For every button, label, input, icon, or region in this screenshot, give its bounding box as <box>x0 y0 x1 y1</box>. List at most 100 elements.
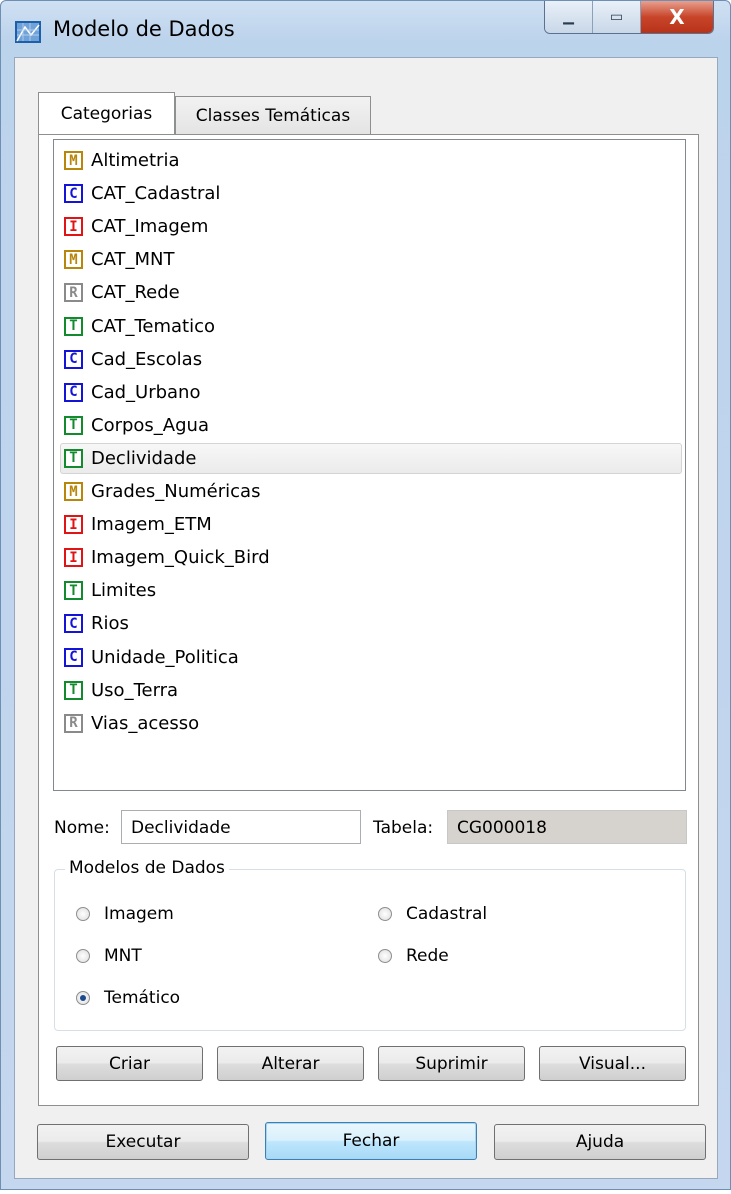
category-type-c-icon: C <box>64 349 83 369</box>
tab-classes-tematicas-label: Classes Temáticas <box>195 105 351 126</box>
category-name: Cad_Urbano <box>91 381 201 403</box>
radio-tematico[interactable]: Temático <box>76 988 180 1008</box>
fechar-button[interactable]: Fechar <box>265 1122 477 1160</box>
radio-imagem[interactable]: Imagem <box>76 904 174 924</box>
category-type-i-icon: I <box>64 515 83 535</box>
close-button[interactable]: X <box>641 1 713 33</box>
nome-label: Nome: <box>54 818 110 838</box>
tabela-label: Tabela: <box>373 818 434 838</box>
ajuda-button[interactable]: Ajuda <box>494 1124 706 1160</box>
category-name: CAT_Cadastral <box>91 183 221 205</box>
fechar-button-label: Fechar <box>342 1131 400 1151</box>
category-type-c-icon: C <box>64 184 83 204</box>
list-item[interactable]: M Grades_Numéricas <box>64 476 682 507</box>
minimize-icon: ▁ <box>563 9 574 25</box>
dialog-window: Modelo de Dados ▁ ▭ X Categorias Classes… <box>0 0 731 1190</box>
category-type-m-icon: M <box>64 482 83 501</box>
alterar-button-label: Alterar <box>261 1053 320 1074</box>
category-name: Altimetria <box>91 150 180 171</box>
list-item[interactable]: C Rios <box>64 608 682 639</box>
suprimir-button[interactable]: Suprimir <box>378 1046 525 1081</box>
list-item[interactable]: M Altimetria <box>64 145 682 176</box>
category-name: CAT_Rede <box>91 282 180 304</box>
maximize-button[interactable]: ▭ <box>593 1 641 33</box>
list-item[interactable]: T Corpos_Agua <box>64 410 682 441</box>
list-item[interactable]: T Uso_Terra <box>64 675 682 706</box>
category-type-r-icon: R <box>64 283 83 303</box>
category-name: Corpos_Agua <box>91 414 209 436</box>
modelos-de-dados-title: Modelos de Dados <box>65 858 229 878</box>
category-name: Imagem_ETM <box>91 514 212 536</box>
list-item[interactable]: C Cad_Escolas <box>64 344 682 375</box>
tab-categorias-label: Categorias <box>60 103 153 124</box>
window-controls: ▁ ▭ X <box>544 1 714 34</box>
category-type-t-icon: T <box>64 415 83 435</box>
category-name: Uso_Terra <box>91 679 179 701</box>
radio-imagem-indicator <box>76 907 90 921</box>
visual-button-label: Visual... <box>579 1053 646 1074</box>
radio-rede-label: Rede <box>406 946 449 966</box>
category-type-t-icon: T <box>64 680 83 700</box>
category-name: Unidade_Politica <box>91 646 239 668</box>
title-bar[interactable]: Modelo de Dados ▁ ▭ X <box>1 1 730 57</box>
category-name: Cad_Escolas <box>91 348 203 370</box>
list-item[interactable]: C CAT_Cadastral <box>64 178 682 209</box>
category-type-i-icon: I <box>64 548 83 568</box>
category-type-c-icon: C <box>64 647 83 667</box>
list-item[interactable]: I Imagem_Quick_Bird <box>64 542 682 573</box>
category-list[interactable]: M Altimetria C CAT_Cadastral I CAT_Imagem M CAT… <box>53 139 686 791</box>
list-item[interactable]: R CAT_Rede <box>64 277 682 308</box>
category-name: CAT_MNT <box>91 249 175 271</box>
maximize-icon: ▭ <box>609 9 624 25</box>
tab-categorias[interactable]: Categorias <box>38 92 175 134</box>
category-name: Declividade <box>91 447 197 469</box>
alterar-button[interactable]: Alterar <box>217 1046 364 1081</box>
category-name: Vias_acesso <box>91 712 200 734</box>
category-name: Rios <box>91 613 129 635</box>
radio-mnt[interactable]: MNT <box>76 946 142 966</box>
list-item[interactable]: M CAT_MNT <box>64 244 682 275</box>
app-icon <box>15 21 41 43</box>
close-icon: X <box>669 5 685 29</box>
radio-rede[interactable]: Rede <box>378 946 449 966</box>
criar-button-label: Criar <box>109 1053 150 1074</box>
window-title: Modelo de Dados <box>53 17 235 41</box>
list-item[interactable]: I CAT_Imagem <box>64 211 682 242</box>
category-type-m-icon: M <box>64 151 83 170</box>
nome-input-value: Declividade <box>131 818 231 838</box>
executar-button-label: Executar <box>105 1132 181 1152</box>
radio-tematico-indicator <box>76 991 90 1005</box>
category-type-t-icon: T <box>64 316 83 336</box>
category-type-t-icon: T <box>64 581 83 601</box>
category-type-r-icon: R <box>64 713 83 733</box>
radio-cadastral-indicator <box>378 907 392 921</box>
list-item[interactable]: T Limites <box>64 575 682 606</box>
suprimir-button-label: Suprimir <box>415 1053 488 1074</box>
category-type-t-icon: T <box>64 448 83 468</box>
list-item[interactable]: C Unidade_Politica <box>64 642 682 673</box>
category-type-c-icon: C <box>64 614 83 634</box>
nome-input[interactable]: Declividade <box>121 810 361 844</box>
radio-imagem-label: Imagem <box>104 904 174 924</box>
ajuda-button-label: Ajuda <box>575 1132 625 1152</box>
category-type-m-icon: M <box>64 250 83 270</box>
criar-button[interactable]: Criar <box>56 1046 203 1081</box>
radio-tematico-label: Temático <box>104 988 181 1008</box>
list-item[interactable]: R Vias_acesso <box>64 708 682 739</box>
list-item[interactable]: T CAT_Tematico <box>64 311 682 342</box>
radio-mnt-label: MNT <box>104 946 142 966</box>
tab-classes-tematicas[interactable]: Classes Temáticas <box>175 96 371 134</box>
category-name: Imagem_Quick_Bird <box>91 547 270 569</box>
minimize-button[interactable]: ▁ <box>545 1 593 33</box>
category-name: Limites <box>91 580 157 602</box>
list-item[interactable]: I Imagem_ETM <box>64 509 682 540</box>
tabela-field: CG000018 <box>447 810 687 844</box>
radio-cadastral[interactable]: Cadastral <box>378 904 487 924</box>
executar-button[interactable]: Executar <box>37 1124 249 1160</box>
category-type-i-icon: I <box>64 217 83 237</box>
list-item[interactable]: T Declividade <box>60 442 682 474</box>
visual-button[interactable]: Visual... <box>539 1046 686 1081</box>
list-item[interactable]: C Cad_Urbano <box>64 377 682 408</box>
radio-rede-indicator <box>378 949 392 963</box>
category-name: CAT_Tematico <box>91 315 216 337</box>
